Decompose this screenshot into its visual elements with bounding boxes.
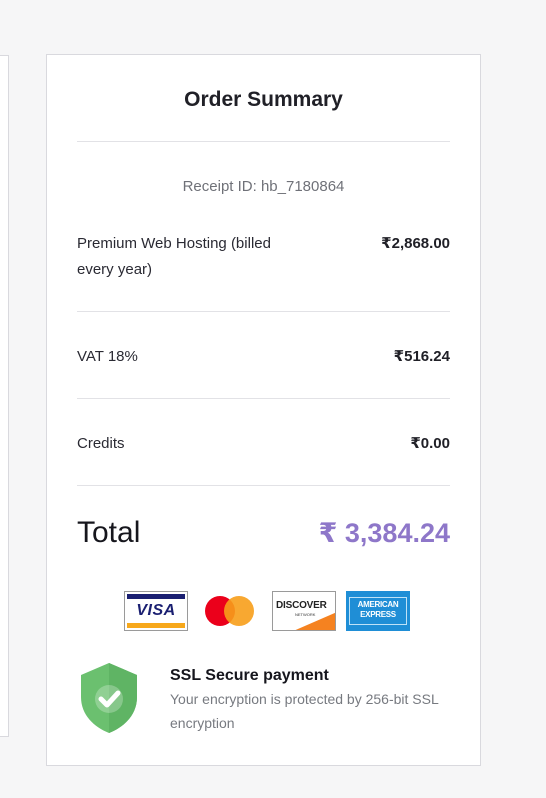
shield-check-icon <box>81 663 137 733</box>
discover-card-icon: DISCOVER NETWORK <box>272 591 336 631</box>
divider <box>77 485 450 486</box>
mastercard-icon <box>198 591 262 631</box>
order-summary-card: Order Summary Receipt ID: hb_7180864 Pre… <box>46 54 481 766</box>
divider <box>77 141 450 142</box>
amex-text: AMERICAN EXPRESS <box>357 600 399 619</box>
line-item-amount-credits: ₹0.00 <box>410 435 450 452</box>
total-label: Total <box>77 516 141 549</box>
line-item-label-credits: Credits <box>77 435 125 452</box>
left-panel-edge <box>0 55 9 737</box>
line-item-amount-hosting: ₹2,868.00 <box>381 235 450 252</box>
visa-text: VISA <box>136 602 176 619</box>
amex-card-icon: AMERICAN EXPRESS <box>346 591 410 631</box>
ssl-description: Your encryption is protected by 256-bit … <box>170 691 439 731</box>
discover-text: DISCOVER <box>276 600 327 611</box>
order-summary-title: Order Summary <box>184 88 343 111</box>
line-item-label-vat: VAT 18% <box>77 348 138 365</box>
divider <box>77 398 450 399</box>
accepted-cards: VISA DISCOVER NETWORK AMERICAN EXPRESS <box>124 591 410 631</box>
receipt-id: Receipt ID: hb_7180864 <box>182 178 345 195</box>
visa-card-icon: VISA <box>124 591 188 631</box>
divider <box>77 311 450 312</box>
total-amount: ₹ 3,384.24 <box>318 518 450 548</box>
ssl-title: SSL Secure payment <box>170 667 329 684</box>
line-item-label-hosting: Premium Web Hosting (billed every year) <box>77 235 271 278</box>
discover-subtext: NETWORK <box>295 612 316 617</box>
line-item-amount-vat: ₹516.24 <box>393 348 450 365</box>
